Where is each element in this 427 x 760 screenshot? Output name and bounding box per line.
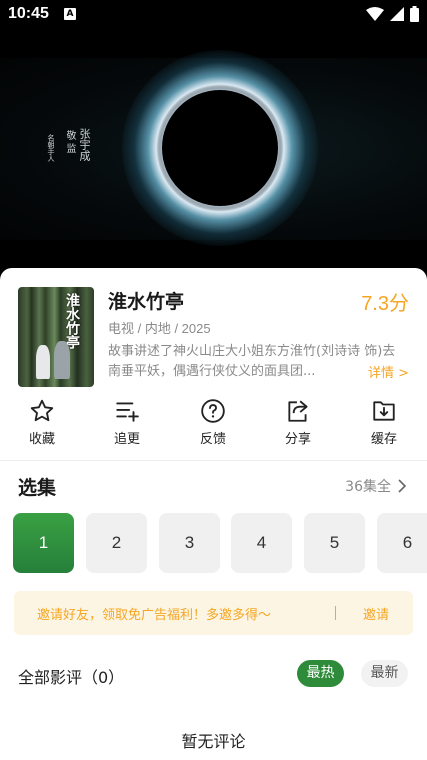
invite-text: 邀请好友，领取免广告福利！多邀多得～	[37, 608, 272, 623]
status-bar: 10:45 A	[0, 0, 427, 30]
poster-credit-2: 敬 监	[64, 130, 75, 154]
cover-figure-1	[36, 345, 50, 379]
invite-banner[interactable]: 邀请好友，领取免广告福利！多邀多得～ 邀请	[14, 591, 413, 635]
poster-credit-1: 张宇成	[78, 128, 91, 161]
episode-4[interactable]: 4	[231, 513, 292, 573]
episodes-header: 选集	[18, 477, 57, 499]
favorite-label: 收藏	[28, 432, 55, 447]
show-score: 7.3分	[361, 293, 409, 315]
star-icon	[30, 399, 54, 422]
share-icon	[288, 400, 308, 422]
sort-new-button[interactable]: 最新	[361, 660, 408, 687]
episode-list: 1 2 3 4 5 6	[13, 513, 427, 575]
video-player[interactable]: 张宇成 敬 监 名朝手人	[0, 30, 427, 268]
episode-3[interactable]: 3	[159, 513, 220, 573]
playlist-add-icon	[116, 402, 139, 422]
show-title: 淮水竹亭	[108, 291, 185, 313]
favorite-button[interactable]: 收藏	[12, 398, 72, 447]
notification-icon: A	[64, 8, 76, 20]
show-meta: 电视 / 内地 / 2025	[108, 321, 211, 336]
invite-button[interactable]: 邀请	[363, 604, 389, 623]
cover-image[interactable]: 淮水竹亭	[18, 287, 94, 387]
status-time: 10:45	[8, 5, 49, 22]
help-circle-icon	[201, 399, 225, 423]
signal-icon	[390, 7, 404, 21]
sort-hot-button[interactable]: 最热	[297, 660, 344, 687]
cover-figure-2	[54, 341, 70, 379]
download-icon	[373, 401, 395, 421]
eclipse-core	[162, 90, 278, 206]
follow-button[interactable]: 追更	[97, 398, 157, 447]
episodes-total-link[interactable]: 36集全	[345, 476, 407, 496]
download-label: 缓存	[370, 432, 397, 447]
episode-5[interactable]: 5	[304, 513, 365, 573]
poster-credit-3: 名朝手人	[47, 134, 55, 162]
battery-icon	[410, 6, 419, 22]
invite-separator	[335, 606, 336, 620]
chevron-right-icon	[398, 479, 407, 493]
empty-reviews-text: 暂无评论	[181, 732, 246, 751]
episode-2[interactable]: 2	[86, 513, 147, 573]
episode-1[interactable]: 1	[13, 513, 74, 573]
video-frame: 张宇成 敬 监 名朝手人	[0, 50, 427, 246]
share-label: 分享	[284, 432, 311, 447]
follow-label: 追更	[113, 432, 140, 447]
episodes-total: 36集全	[345, 479, 391, 495]
status-icons	[366, 6, 419, 22]
details-link[interactable]: 详情 >	[361, 362, 409, 381]
reviews-title: 全部影评（0）	[18, 668, 125, 687]
share-button[interactable]: 分享	[268, 398, 328, 447]
detail-panel: 淮水竹亭 淮水竹亭 7.3分 电视 / 内地 / 2025 故事讲述了神火山庄大…	[0, 268, 427, 760]
feedback-button[interactable]: 反馈	[183, 398, 243, 447]
divider	[0, 460, 427, 461]
episode-6[interactable]: 6	[377, 513, 427, 573]
action-bar: 收藏 追更 反馈 分享 缓存	[0, 398, 427, 448]
feedback-label: 反馈	[199, 432, 226, 447]
download-button[interactable]: 缓存	[354, 398, 414, 447]
wifi-icon	[366, 7, 384, 21]
